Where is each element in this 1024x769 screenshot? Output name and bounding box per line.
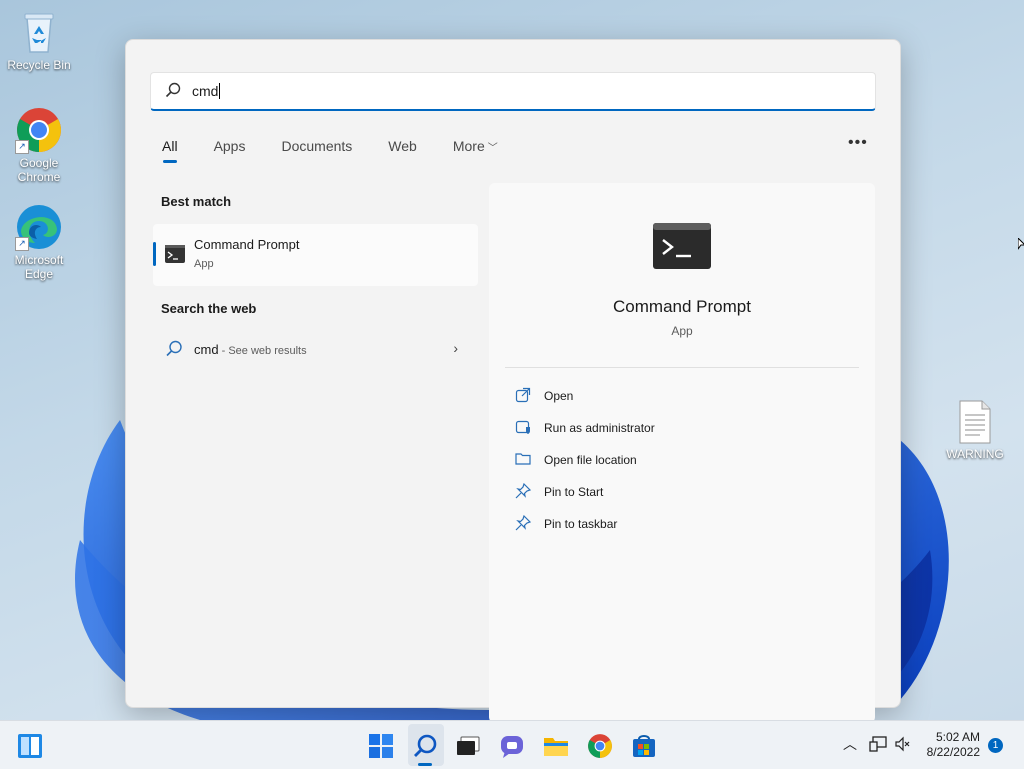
text-caret [219,83,221,99]
edge-icon: ↗ [15,203,63,251]
network-icon[interactable] [869,736,887,752]
shortcut-arrow-icon: ↗ [15,140,29,154]
tab-documents[interactable]: Documents [269,136,356,166]
best-match-heading: Best match [161,194,232,209]
chevron-up-icon[interactable]: ︿ [843,734,857,754]
result-subtitle: App [194,258,214,270]
desktop-icon-chrome[interactable]: ↗ Google Chrome [1,106,77,184]
clock[interactable]: 5:02 AM 8/22/2022 [914,730,980,760]
chat-icon[interactable] [499,733,525,759]
desktop-file-warning[interactable]: WARNING [942,400,1008,461]
task-view-icon[interactable] [455,733,481,759]
search-tabs: All Apps Documents Web More ﹀ [150,136,522,166]
notification-badge[interactable]: 1 [988,738,1003,753]
action-run-as-administrator[interactable]: Run as administrator [515,417,845,439]
selection-indicator [153,242,156,266]
taskbar: ︿ 5:02 AM 8/22/2022 1 [0,720,1024,769]
detail-title: Command Prompt [613,297,751,316]
shield-icon [515,420,530,434]
recycle-bin-icon [15,8,63,56]
action-pin-to-taskbar[interactable]: Pin to taskbar [515,513,845,535]
detail-subtitle: App [671,324,693,338]
chevron-right-icon: › [453,340,458,356]
result-title: Command Prompt [194,237,300,252]
tab-all[interactable]: All [150,136,182,166]
folder-icon [515,453,531,465]
tab-apps[interactable]: Apps [202,136,250,166]
active-indicator [418,763,432,766]
shortcut-arrow-icon: ↗ [15,237,29,251]
action-pin-to-start[interactable]: Pin to Start [515,481,845,503]
action-open-file-location[interactable]: Open file location [515,449,845,471]
search-icon [166,340,182,357]
desktop-icon-label: Recycle Bin [7,58,71,72]
pin-icon [515,483,531,499]
pin-icon [515,515,531,531]
chrome-icon[interactable] [587,733,613,759]
search-panel: cmd All Apps Documents Web More ﹀ ••• Bes… [125,39,901,723]
search-input[interactable]: cmd [150,72,876,111]
tab-more[interactable]: More ﹀ [441,136,502,166]
search-icon [165,82,181,98]
volume-muted-icon[interactable] [895,736,911,752]
clock-date: 8/22/2022 [926,745,980,759]
desktop-icon-recycle-bin[interactable]: Recycle Bin [1,8,77,72]
desktop-icon-label: Google Chrome [17,156,61,184]
web-result-text: cmd - See web results [194,342,307,357]
web-result[interactable]: cmd - See web results › [153,330,478,370]
terminal-icon [653,223,711,269]
mouse-cursor-icon [1018,238,1024,250]
text-file-icon [958,400,992,444]
chrome-icon: ↗ [15,106,63,154]
divider [505,367,859,368]
widgets-icon[interactable] [17,733,43,759]
desktop-icon-edge[interactable]: ↗ Microsoft Edge [1,203,77,281]
ellipsis-icon[interactable]: ••• [848,134,868,152]
chevron-down-icon: ﹀ [487,143,498,154]
search-query: cmd [192,83,221,99]
desktop-icon-label: Microsoft Edge [14,253,64,281]
file-explorer-icon[interactable] [543,733,569,759]
open-external-icon [515,387,531,403]
start-icon[interactable] [368,733,394,759]
best-match-result[interactable]: Command Prompt App [153,224,478,286]
detail-pane: Command Prompt App Open Run as administr… [489,183,875,723]
search-web-heading: Search the web [161,301,257,316]
file-label: WARNING [946,447,1004,461]
terminal-icon [165,245,185,263]
store-icon[interactable] [631,733,657,759]
clock-time: 5:02 AM [935,730,980,744]
action-open[interactable]: Open [515,385,845,407]
tab-web[interactable]: Web [376,136,421,166]
search-icon[interactable] [413,733,439,759]
